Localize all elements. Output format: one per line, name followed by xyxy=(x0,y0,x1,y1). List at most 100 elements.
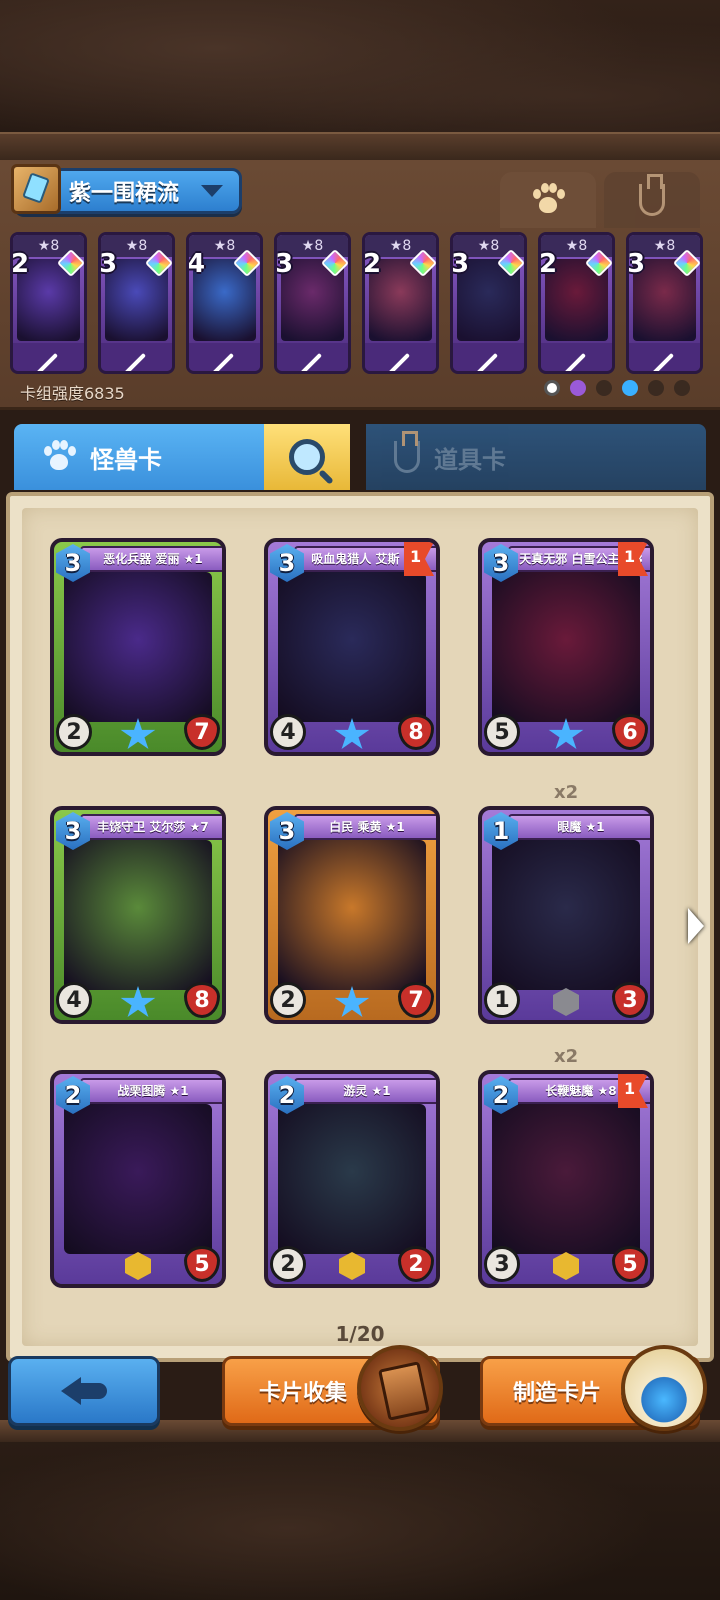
paw-icon xyxy=(42,440,76,474)
card-art xyxy=(64,572,212,722)
deck-card-footer xyxy=(629,343,700,371)
element-filter-bar xyxy=(544,380,690,396)
deck-card-footer xyxy=(277,343,348,371)
card-health: 2 xyxy=(398,1246,434,1282)
card-art xyxy=(492,840,640,990)
star-rank-icon xyxy=(334,986,370,1017)
deck-card[interactable]: ★8 3 xyxy=(98,232,175,374)
card-health: 7 xyxy=(184,714,220,750)
brown-filter-icon[interactable] xyxy=(648,380,664,396)
card-health: 3 xyxy=(612,982,648,1018)
deck-card-row: ★8 2 ★8 3 ★8 4 ★8 3 ★8 2 ★8 3 ★8 2 ★8 3 xyxy=(10,232,710,374)
deck-card-cost: 4 xyxy=(187,249,206,279)
monster-card[interactable]: 眼魔 ★1 1 1 3 xyxy=(478,806,654,1024)
sword-icon xyxy=(561,352,587,371)
flask-icon xyxy=(394,431,420,473)
deck-card-footer xyxy=(189,343,260,371)
card-attack: 3 xyxy=(484,1246,520,1282)
card-art xyxy=(492,572,640,722)
craft-card-button[interactable]: 制造卡片 xyxy=(480,1345,707,1431)
deck-strength: 卡组强度6835 xyxy=(20,384,125,403)
gold-hex-icon xyxy=(553,1252,579,1280)
deck-name: 紫一围裙流 xyxy=(69,181,180,206)
deck-card-footer xyxy=(365,343,436,371)
deck-card-cost: 3 xyxy=(451,249,470,279)
back-button[interactable] xyxy=(8,1356,160,1426)
monster-card[interactable]: 恶化兵器 爱丽 ★1 3 2 7 xyxy=(50,538,226,756)
deck-card-cost: 2 xyxy=(539,249,558,279)
star-rank-icon xyxy=(334,718,370,749)
card-name: 丰饶守卫 艾尔莎 ★7 xyxy=(80,814,222,840)
monster-card[interactable]: 游灵 ★1 2 2 2 xyxy=(264,1070,440,1288)
card-attack: 2 xyxy=(270,982,306,1018)
sword-icon xyxy=(33,352,59,371)
sword-icon xyxy=(385,352,411,371)
monster-card[interactable]: 吸血鬼猎人 艾斯 ★8 3 1 4 8 xyxy=(264,538,440,756)
sword-icon xyxy=(297,352,323,371)
next-page-arrow-icon[interactable] xyxy=(688,908,704,944)
card-attack: 1 xyxy=(484,982,520,1018)
card-art xyxy=(278,840,426,990)
card-name: 白民 乘黄 ★1 xyxy=(294,814,436,840)
fire-filter-icon[interactable] xyxy=(674,380,690,396)
deck-card-cost: 3 xyxy=(627,249,646,279)
deck-card[interactable]: ★8 2 xyxy=(10,232,87,374)
sword-icon xyxy=(473,352,499,371)
star-rank-icon xyxy=(120,718,156,749)
sword-icon xyxy=(209,352,235,371)
card-count: x2 xyxy=(554,1046,579,1067)
tab-monster-label: 怪兽卡 xyxy=(90,445,162,474)
deck-card[interactable]: ★8 2 xyxy=(538,232,615,374)
star-rank-icon xyxy=(120,986,156,1017)
deck-card[interactable]: ★8 4 xyxy=(186,232,263,374)
monster-card[interactable]: 天真无邪 白雪公主 ★8 3 1 5 6 xyxy=(478,538,654,756)
tab-monster-cards[interactable]: 怪兽卡 xyxy=(14,424,264,490)
card-pack-icon xyxy=(357,1345,443,1431)
deck-book-icon xyxy=(11,164,61,214)
card-art xyxy=(64,1104,212,1254)
deck-card-cost: 3 xyxy=(275,249,294,279)
top-background xyxy=(0,0,720,160)
tab-monster-filter[interactable] xyxy=(500,172,596,228)
tab-item-cards[interactable]: 道具卡 xyxy=(366,424,706,490)
purple-filter-icon[interactable] xyxy=(570,380,586,396)
card-art xyxy=(278,572,426,722)
deck-card[interactable]: ★8 3 xyxy=(274,232,351,374)
sword-icon xyxy=(649,352,675,371)
card-health: 5 xyxy=(612,1246,648,1282)
potion-jar-icon xyxy=(621,1345,707,1431)
grey-hex-icon xyxy=(553,988,579,1016)
card-attack: 4 xyxy=(56,982,92,1018)
star-rank-icon xyxy=(548,718,584,749)
card-name: 眼魔 ★1 xyxy=(508,814,650,840)
deck-card-footer xyxy=(13,343,84,371)
gold-hex-icon xyxy=(125,1252,151,1280)
deck-selector[interactable]: 紫一围裙流 xyxy=(11,164,242,214)
search-button[interactable] xyxy=(264,424,350,490)
card-art xyxy=(64,840,212,990)
card-collection-button[interactable]: 卡片收集 xyxy=(222,1345,443,1431)
flask-icon xyxy=(639,174,665,216)
monster-card[interactable]: 丰饶守卫 艾尔莎 ★7 3 4 8 xyxy=(50,806,226,1024)
card-attack: 2 xyxy=(56,714,92,750)
monster-card[interactable]: 长鞭魅魔 ★8 2 1 3 5 xyxy=(478,1070,654,1288)
craft-card-label: 制造卡片 xyxy=(513,1381,602,1406)
all-filter-icon[interactable] xyxy=(544,380,560,396)
card-health: 8 xyxy=(398,714,434,750)
deck-card[interactable]: ★8 3 xyxy=(626,232,703,374)
tab-item-filter[interactable] xyxy=(604,172,700,228)
water-filter-icon[interactable] xyxy=(622,380,638,396)
card-attack: 5 xyxy=(484,714,520,750)
deck-card-footer xyxy=(101,343,172,371)
black-filter-icon[interactable] xyxy=(596,380,612,396)
monster-card[interactable]: 战栗图腾 ★1 2 5 xyxy=(50,1070,226,1288)
deck-card-cost: 3 xyxy=(99,249,118,279)
deck-card[interactable]: ★8 3 xyxy=(450,232,527,374)
monster-card[interactable]: 白民 乘黄 ★1 3 2 7 xyxy=(264,806,440,1024)
deck-card-footer xyxy=(453,343,524,371)
deck-card-cost: 2 xyxy=(363,249,382,279)
tab-item-label: 道具卡 xyxy=(434,445,506,474)
bottom-background xyxy=(0,1420,720,1600)
card-health: 7 xyxy=(398,982,434,1018)
deck-card[interactable]: ★8 2 xyxy=(362,232,439,374)
